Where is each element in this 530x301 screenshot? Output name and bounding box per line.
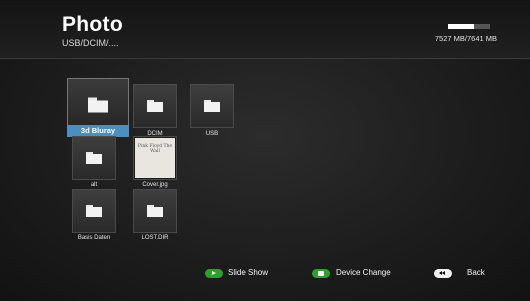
- device-change-label: Device Change: [336, 268, 391, 277]
- folder-icon: [88, 97, 108, 113]
- folder-label-alt: alt: [90, 182, 98, 188]
- green-button-icon: [312, 269, 330, 278]
- folder-label-lost-dir: LOST.DIR: [141, 235, 169, 241]
- folder-tile-alt[interactable]: [72, 136, 116, 180]
- folder-icon: [147, 100, 163, 112]
- folder-tile-basis-daten[interactable]: [72, 189, 116, 233]
- slideshow-label: Slide Show: [228, 268, 269, 277]
- storage-usage-fill: [448, 24, 475, 29]
- folder-label-basis-daten: Basis Daten: [77, 235, 111, 241]
- image-label-cover: Cover.jpg: [142, 182, 168, 188]
- folder-label-usb: USB: [205, 131, 219, 137]
- photo-browser-screen: Photo USB/DCIM/.... 7527 MB/7641 MB 3d B…: [0, 0, 530, 301]
- folder-tile-3d-bluray[interactable]: [67, 78, 129, 132]
- folder-icon: [86, 205, 102, 217]
- folder-tile-dcim[interactable]: [133, 84, 177, 128]
- green-play-icon: [205, 269, 223, 278]
- storage-usage-bar: [448, 24, 490, 29]
- thumbnail-text: Pink Floyd The Wall: [137, 144, 173, 154]
- folder-icon: [204, 100, 220, 112]
- breadcrumb-path: USB/DCIM/....: [62, 38, 119, 48]
- header: Photo USB/DCIM/.... 7527 MB/7641 MB: [0, 0, 530, 59]
- back-icon: [434, 269, 452, 278]
- page-title: Photo: [62, 13, 123, 36]
- folder-tile-usb[interactable]: [190, 84, 234, 128]
- image-tile-cover[interactable]: Pink Floyd The Wall: [133, 136, 177, 180]
- folder-icon: [86, 152, 102, 164]
- footer-hints: Slide Show Device Change Back: [0, 262, 530, 290]
- back-label: Back: [467, 268, 485, 277]
- folder-icon: [147, 205, 163, 217]
- folder-tile-lost-dir[interactable]: [133, 189, 177, 233]
- album-cover-thumbnail: Pink Floyd The Wall: [135, 138, 175, 178]
- storage-usage-text: 7527 MB/7641 MB: [434, 34, 497, 43]
